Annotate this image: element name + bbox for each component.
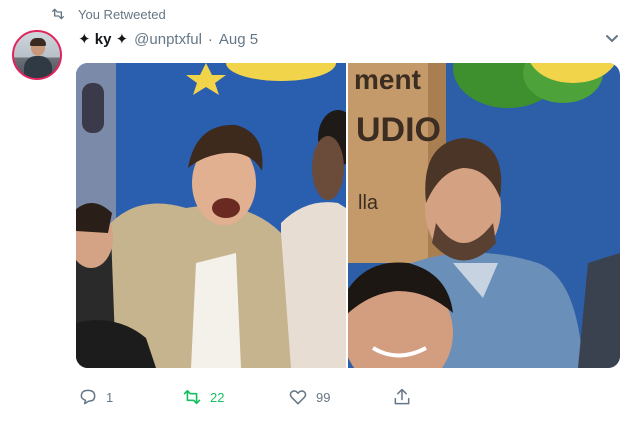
tweet-actions: 1 22 99	[78, 387, 412, 407]
reply-count: 1	[106, 389, 114, 405]
user-handle[interactable]: @unptxful	[134, 31, 202, 48]
avatar[interactable]	[12, 30, 62, 80]
media-image-left[interactable]	[76, 63, 346, 368]
separator-dot: ·	[207, 30, 213, 48]
media-right-illustration: ment UDIO lla	[348, 63, 620, 368]
display-name[interactable]: ✦ ky ✦	[78, 30, 128, 48]
heart-icon	[289, 390, 307, 405]
sign-text-2: UDIO	[356, 111, 441, 149]
retweet-context-label: You Retweeted	[78, 6, 166, 22]
retweet-context: You Retweeted	[50, 6, 166, 22]
retweet-icon	[183, 389, 201, 405]
avatar-hair	[30, 38, 46, 46]
retweet-count: 22	[210, 389, 225, 405]
media-image-right[interactable]: ment UDIO lla	[348, 63, 620, 368]
retweet-icon	[52, 8, 64, 20]
like-button[interactable]: 99	[288, 387, 392, 407]
avatar-shirt	[24, 56, 52, 78]
sign-text-1: ment	[354, 64, 421, 95]
sign-text-3: lla	[358, 192, 379, 214]
media-left-illustration	[76, 63, 346, 368]
tweet-media[interactable]: ment UDIO lla	[76, 63, 620, 368]
reply-button[interactable]: 1	[78, 387, 182, 407]
share-button[interactable]	[392, 387, 412, 407]
share-icon	[394, 388, 410, 405]
reply-icon	[80, 389, 96, 405]
chevron-down-icon[interactable]	[605, 34, 619, 44]
like-count: 99	[316, 389, 331, 405]
retweet-button[interactable]: 22	[182, 387, 288, 407]
tweet-header: ✦ ky ✦ @unptxful · Aug 5	[78, 30, 258, 49]
tweet-timestamp[interactable]: Aug 5	[219, 31, 258, 48]
